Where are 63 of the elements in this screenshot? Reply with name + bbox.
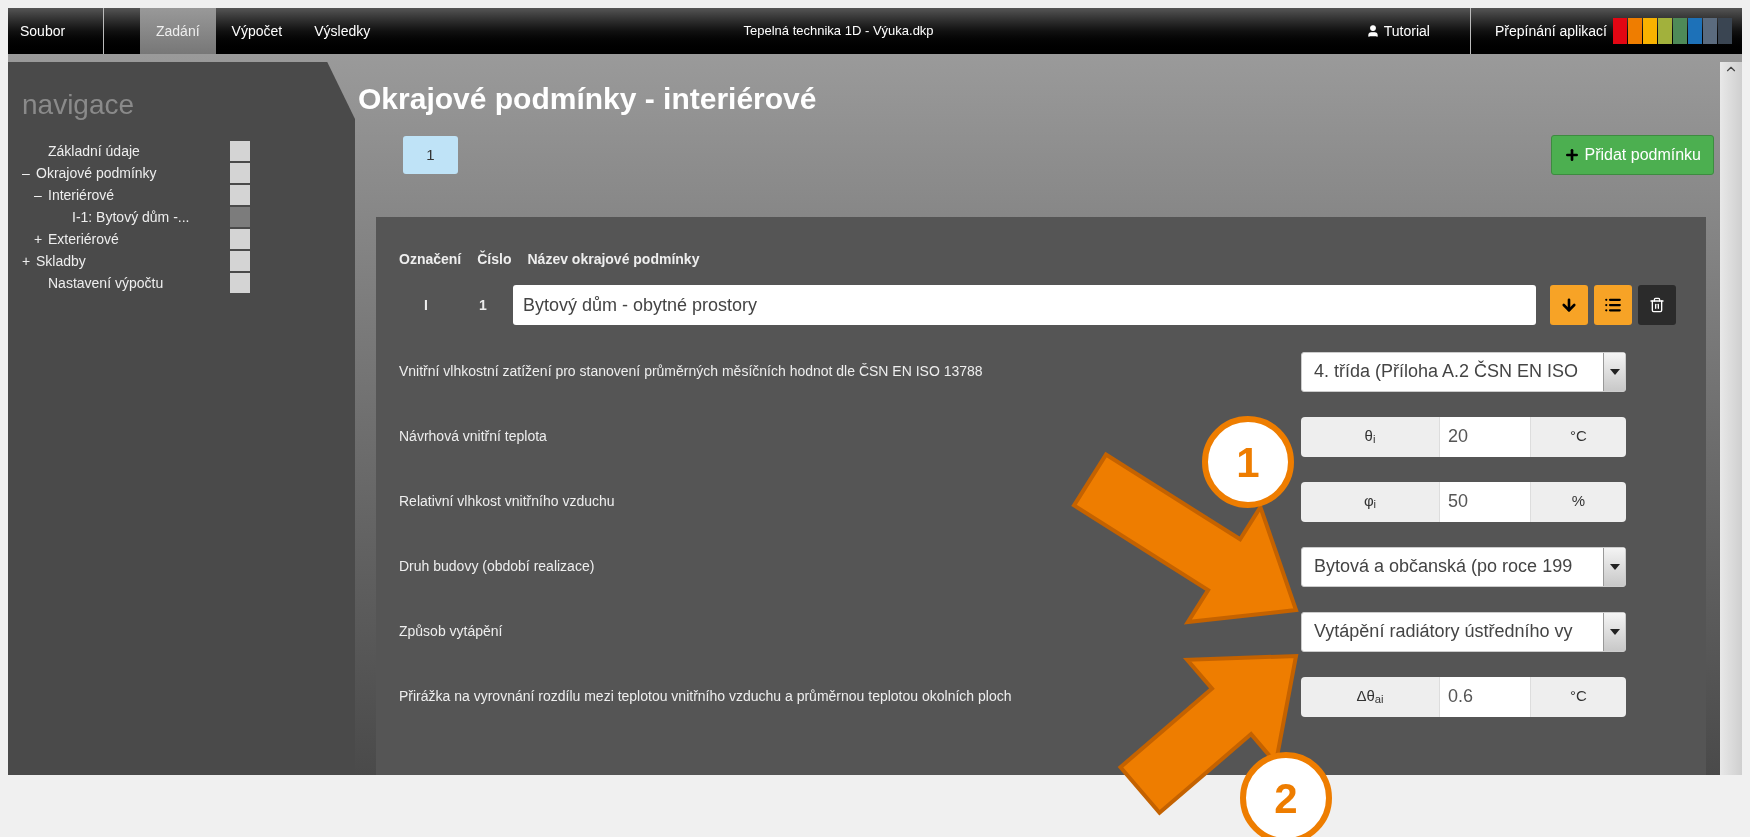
nav-item[interactable]: Základní údaje — [36, 140, 140, 162]
trash-icon — [1649, 297, 1665, 313]
field-label: Způsob vytápění — [399, 622, 503, 641]
user-icon — [1365, 24, 1380, 38]
menu-tab[interactable]: Výpočet — [215, 8, 299, 54]
app-tile[interactable] — [1673, 18, 1687, 44]
app-switch-label: Přepínání aplikací — [1494, 21, 1607, 41]
symbol-label: θ$_{i}$ — [1301, 416, 1439, 457]
app-tile[interactable] — [1628, 18, 1642, 44]
app-tile[interactable] — [1643, 18, 1657, 44]
move-down-button[interactable] — [1550, 285, 1588, 325]
condition-name-field[interactable]: Bytový dům - obytné prostory — [513, 285, 1536, 325]
nav-item[interactable]: I-1: Bytový dům -... — [60, 206, 190, 228]
window-title: Tepelná technika 1D - Výuka.dkp — [742, 22, 935, 41]
value-field[interactable]: 0.6 — [1439, 676, 1531, 717]
tree-toggle[interactable]: + — [22, 250, 36, 272]
app-tile[interactable] — [1688, 18, 1702, 44]
symbol-label: Δθ$_{ai}$ — [1301, 676, 1439, 717]
list-button[interactable] — [1594, 285, 1632, 325]
unit-label: °C — [1531, 676, 1626, 717]
tree-toggle[interactable]: + — [34, 228, 48, 250]
field-label: Relativní vlhkost vnitřního vzduchu — [399, 492, 615, 511]
nav-item[interactable]: Exteriérové — [48, 228, 119, 250]
menu-tab[interactable]: Výsledky — [298, 8, 387, 54]
condition-tab[interactable]: 1 — [403, 136, 458, 174]
plus-icon — [1564, 147, 1581, 163]
app-tile[interactable] — [1658, 18, 1672, 44]
dropdown-value: Vytápění radiátory ústředního vy — [1313, 620, 1574, 643]
scrollbar[interactable] — [1720, 62, 1742, 775]
nav-item[interactable]: Interiérové — [48, 184, 115, 206]
nav-item[interactable]: Okrajové podmínky — [36, 162, 157, 184]
delete-button[interactable] — [1638, 285, 1676, 325]
field-label: Vnitřní vlhkostní zatížení pro stanovení průměrných měsíčních hodnot dle ČSN EN ISO 13788 — [399, 362, 983, 381]
symbol-label: φ$_{i}$ — [1301, 481, 1439, 522]
tree-toggle[interactable]: – — [34, 184, 48, 206]
field-label: Návrhová vnitřní teplota — [399, 427, 547, 446]
app-tile[interactable] — [1613, 18, 1627, 44]
unit-label: % — [1531, 481, 1626, 522]
tree-toggle[interactable]: – — [22, 162, 36, 184]
value-field[interactable]: 50 — [1439, 481, 1531, 522]
nav-item[interactable]: Nastavení výpočtu — [36, 272, 164, 294]
dropdown-value: Bytová a občanská (po roce 199 — [1313, 555, 1574, 578]
column-header: Označení — [399, 249, 462, 269]
step-number-badge: 2 — [1240, 752, 1332, 837]
arrow-down-icon — [1560, 296, 1578, 314]
dropdown[interactable]: 4. třída (Příloha A.2 ČSN EN ISO — [1301, 351, 1626, 392]
field-label: Přirážka na vyrovnání rozdílu mezi teplotou vnitřního vzduchu a průměrnou teplotou okolních ploch — [399, 687, 1012, 706]
value-field[interactable]: 20 — [1439, 416, 1531, 457]
condition-mark: I — [423, 295, 429, 315]
column-header: Název okrajové podmínky — [527, 249, 700, 269]
column-header: Číslo — [477, 249, 512, 269]
field-label: Druh budovy (období realizace) — [399, 557, 595, 576]
dropdown[interactable]: Vytápění radiátory ústředního vy — [1301, 611, 1626, 652]
app-tile[interactable] — [1703, 18, 1717, 44]
list-icon — [1604, 296, 1622, 314]
navigation-heading: navigace — [22, 88, 136, 122]
page-title: Okrajové podmínky - interiérové — [358, 81, 818, 117]
unit-label: °C — [1531, 416, 1626, 457]
nav-item[interactable]: Skladby — [36, 250, 86, 272]
dropdown[interactable]: Bytová a občanská (po roce 199 — [1301, 546, 1626, 587]
condition-number: 1 — [478, 295, 488, 315]
dropdown-value: 4. třída (Příloha A.2 ČSN EN ISO — [1313, 359, 1580, 383]
app-tile[interactable] — [1718, 18, 1732, 44]
